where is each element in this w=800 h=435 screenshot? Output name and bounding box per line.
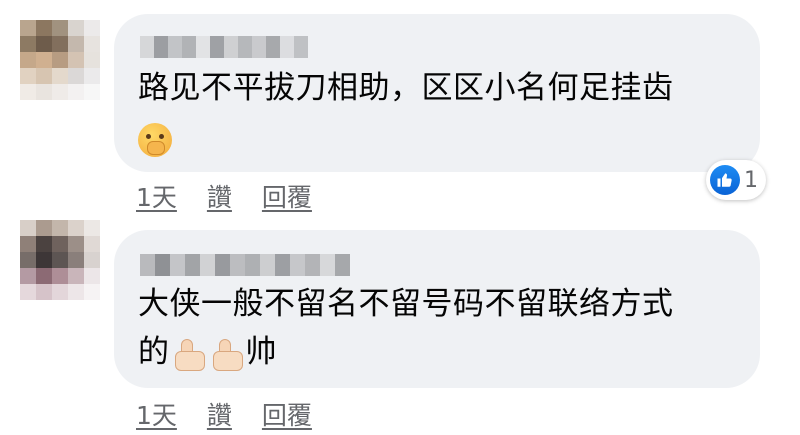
thumbs-up-icon bbox=[171, 337, 207, 371]
commenter-name-blurred[interactable] bbox=[140, 36, 308, 58]
like-button[interactable]: 讚 bbox=[207, 396, 232, 432]
timestamp-link[interactable]: 1天 bbox=[136, 178, 177, 214]
like-button[interactable]: 讚 bbox=[207, 178, 232, 214]
comment-bubble: 路见不平拔刀相助，区区小名何足挂齿 bbox=[114, 14, 760, 172]
reaction-badge[interactable]: 1 bbox=[706, 160, 766, 200]
reply-button[interactable]: 回覆 bbox=[262, 396, 312, 432]
comment-text-line-emoji bbox=[138, 116, 172, 160]
comment-text-suffix: 帅 bbox=[245, 334, 277, 370]
commenter-name-blurred[interactable] bbox=[140, 254, 350, 276]
hand-over-mouth-icon bbox=[138, 122, 172, 157]
comment-actions: 1天 讚 回覆 bbox=[136, 178, 312, 214]
timestamp-link[interactable]: 1天 bbox=[136, 396, 177, 432]
comment-actions: 1天 讚 回覆 bbox=[136, 396, 312, 432]
comment-bubble: 大侠一般不留名不留号码不留联络方式 的帅 bbox=[114, 230, 760, 388]
reaction-count: 1 bbox=[744, 167, 758, 193]
avatar[interactable] bbox=[20, 220, 100, 300]
reply-button[interactable]: 回覆 bbox=[262, 178, 312, 214]
avatar[interactable] bbox=[20, 20, 100, 100]
like-icon bbox=[710, 165, 740, 195]
comment-text-line-emoji: 的帅 bbox=[138, 330, 277, 374]
comment-text-line: 路见不平拔刀相助，区区小名何足挂齿 bbox=[138, 70, 674, 106]
comment-text-line: 大侠一般不留名不留号码不留联络方式 bbox=[138, 286, 674, 322]
comment-text-prefix: 的 bbox=[138, 334, 170, 370]
thumbs-up-icon bbox=[209, 337, 245, 371]
